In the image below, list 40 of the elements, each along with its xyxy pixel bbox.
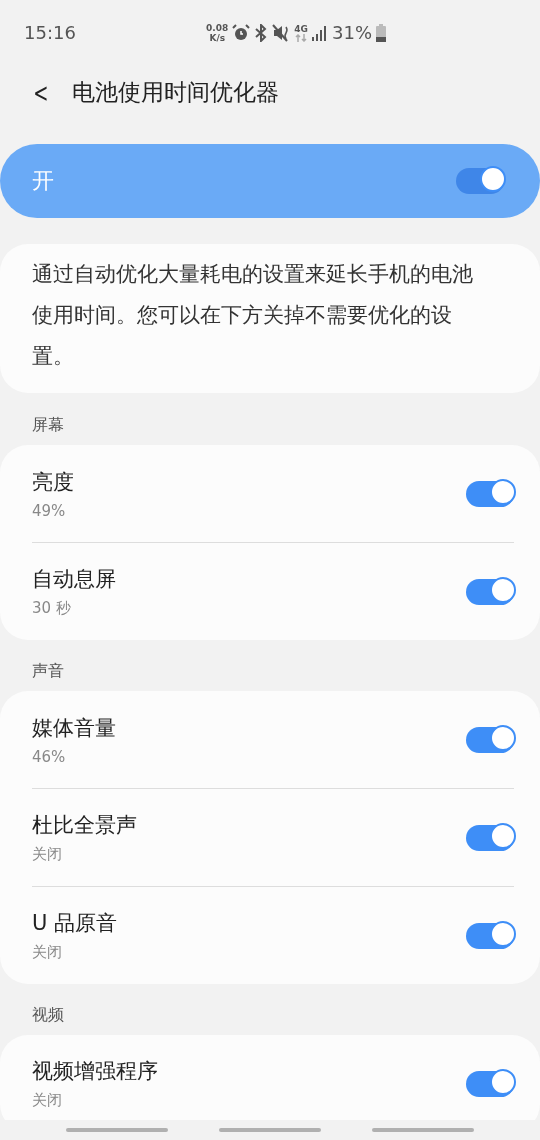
toggle-switch[interactable] — [466, 578, 514, 605]
setting-label: 杜比全景声 — [32, 812, 137, 839]
master-switch-label: 开 — [32, 167, 54, 195]
nav-bar-handle[interactable] — [219, 1128, 321, 1132]
setting-value: 49% — [32, 501, 67, 520]
nav-bar-handle[interactable] — [372, 1128, 475, 1132]
description-text: 通过自动优化大量耗电的设置来延长手机的电池使用时间。您可以在下方关掉不需要优化的设置。 — [0, 244, 540, 393]
toggle-switch[interactable] — [466, 480, 514, 507]
battery-percent: 31% — [332, 22, 372, 43]
setting-value: 关闭 — [32, 845, 63, 864]
bluetooth-icon — [254, 23, 269, 42]
setting-label: 亮度 — [32, 468, 74, 496]
setting-label: 视频增强程序 — [32, 1058, 158, 1085]
net-speed-unit: K/s — [209, 32, 226, 43]
mute-icon — [272, 23, 291, 42]
battery-icon — [376, 23, 386, 42]
setting-value: 46% — [32, 747, 67, 766]
network-type: 4G — [294, 23, 308, 34]
setting-value: 30 秒 — [32, 599, 72, 618]
signal-icon — [312, 24, 328, 41]
nav-bar-handle[interactable] — [65, 1128, 168, 1132]
data-arrows-icon — [295, 33, 308, 42]
setting-value: 关闭 — [32, 1091, 63, 1110]
alarm-icon — [232, 23, 251, 42]
toggle-switch[interactable] — [466, 824, 514, 851]
section-title: 视频 — [32, 1004, 64, 1026]
status-time: 15:16 — [24, 22, 77, 43]
back-button[interactable]: < — [33, 77, 49, 108]
section-title: 声音 — [32, 660, 64, 682]
section-title: 屏幕 — [32, 414, 64, 436]
toggle-switch[interactable] — [466, 726, 514, 753]
page-title: 电池使用时间优化器 — [71, 78, 279, 107]
net-speed: 0.08 — [206, 22, 229, 33]
setting-label: U 品原音 — [32, 910, 118, 937]
setting-label: 媒体音量 — [32, 714, 116, 742]
toggle-switch[interactable] — [466, 1070, 514, 1097]
toggle-switch[interactable] — [456, 168, 504, 194]
setting-value: 关闭 — [32, 943, 63, 962]
setting-label: 自动息屏 — [32, 566, 116, 593]
toggle-switch[interactable] — [466, 922, 514, 949]
